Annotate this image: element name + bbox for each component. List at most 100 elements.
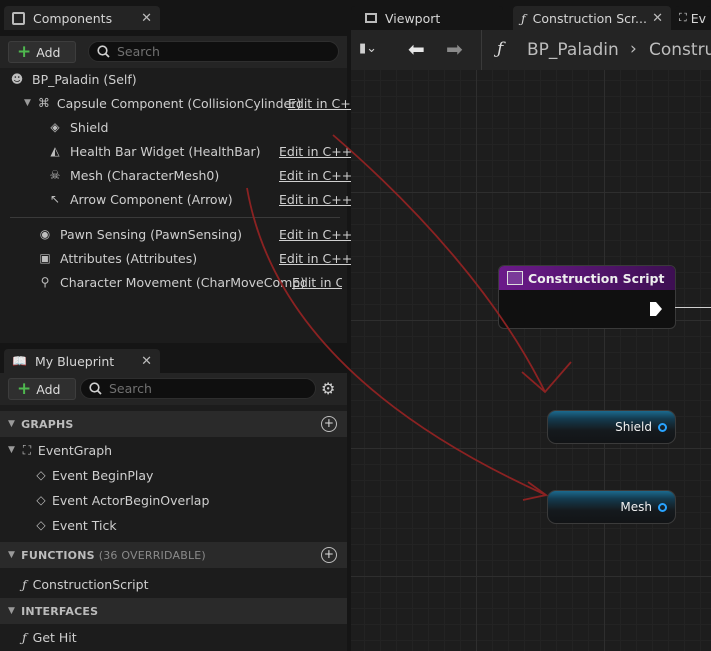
event-item[interactable]: ◇ Event ActorBeginOverlap [0, 488, 347, 512]
edit-in-cpp-link[interactable]: Edit in C++ [279, 227, 352, 242]
widget-icon: ◭ [50, 144, 60, 158]
component-label: Character Movement (CharMoveComp) [60, 274, 306, 290]
function-icon: ƒ [22, 629, 27, 645]
function-label: ConstructionScript [32, 576, 149, 592]
capsule-icon: ⌘ [37, 96, 50, 110]
tab-construction-label: Construction Scr... [532, 10, 647, 26]
section-interfaces[interactable]: ▼ INTERFACES [0, 598, 347, 624]
myblueprint-search-input[interactable]: Search [80, 378, 316, 399]
close-icon[interactable]: ✕ [652, 11, 663, 26]
section-interfaces-label: INTERFACES [21, 604, 99, 618]
search-icon [97, 45, 110, 58]
tab-components-label: Components [33, 10, 113, 26]
component-shield[interactable]: ◈ Shield [0, 115, 347, 139]
gear-icon[interactable]: ⚙ [321, 379, 335, 398]
component-label: Shield [70, 119, 109, 135]
component-arrow[interactable]: ↖ Arrow Component (Arrow) Edit in C++ [0, 187, 352, 211]
function-constructionscript[interactable]: ƒ ConstructionScript [0, 572, 347, 596]
component-charmovement[interactable]: ⚲ Character Movement (CharMoveComp) Edit… [0, 270, 347, 294]
tab-construction-script[interactable]: ƒ Construction Scr... ✕ [513, 6, 671, 30]
component-attributes[interactable]: ▣ Attributes (Attributes) Edit in C++ [0, 246, 352, 270]
component-label: Pawn Sensing (PawnSensing) [60, 226, 243, 242]
exec-wire [675, 307, 711, 308]
close-icon[interactable]: ✕ [141, 11, 152, 26]
component-icon: ▣ [39, 251, 51, 265]
node-mesh[interactable]: Mesh [547, 490, 676, 524]
event-graph-icon: ⛶ [679, 11, 687, 24]
tab-components[interactable]: Components ✕ [4, 6, 160, 30]
close-icon[interactable]: ✕ [141, 354, 152, 369]
collapse-arrow-icon: ▼ [8, 550, 16, 560]
component-pawnsensing[interactable]: ◉ Pawn Sensing (PawnSensing) Edit in C++ [0, 222, 352, 246]
function-icon: ƒ [521, 10, 526, 26]
tab-viewport[interactable]: Viewport [351, 6, 503, 30]
section-functions[interactable]: ▼ FUNCTIONS (36 OVERRIDABLE) + [0, 542, 347, 568]
graph-eventgraph-label: EventGraph [37, 442, 113, 458]
component-label: Arrow Component (Arrow) [70, 191, 233, 207]
edit-in-cpp-link[interactable]: Edit in C++ [292, 275, 342, 290]
tab-eventgraph-label: Ev [690, 10, 706, 26]
add-function-icon[interactable]: + [321, 547, 337, 563]
components-search-placeholder: Search [117, 44, 160, 59]
edit-in-cpp-link[interactable]: Edit in C++ [279, 144, 352, 159]
component-label: Attributes (Attributes) [60, 250, 198, 266]
output-pin-icon[interactable] [658, 502, 667, 512]
node-shield[interactable]: Shield [547, 410, 676, 444]
component-root-label: BP_Paladin (Self) [32, 71, 137, 87]
divider [481, 30, 482, 70]
components-search-input[interactable]: Search [88, 41, 339, 62]
movement-icon: ⚲ [40, 275, 50, 289]
components-toolbar: + Add Search [0, 36, 347, 68]
output-pin-icon[interactable] [658, 422, 667, 432]
myblueprint-toolbar: + Add Search ⚙ [0, 373, 347, 405]
forward-arrow-icon[interactable]: ➡ [446, 37, 463, 61]
divider [10, 217, 340, 218]
edit-in-cpp-link[interactable]: Edit in C++ [279, 168, 352, 183]
graph-canvas[interactable] [351, 70, 711, 651]
collapse-arrow-icon: ▼ [8, 419, 16, 429]
node-mesh-label: Mesh [620, 500, 652, 514]
exec-pin-icon[interactable] [649, 301, 663, 317]
tab-myblueprint[interactable]: 📖 My Blueprint ✕ [4, 349, 160, 373]
tab-eventgraph[interactable]: ⛶ Ev [675, 6, 711, 30]
section-graphs[interactable]: ▼ GRAPHS + [0, 411, 347, 437]
component-label: Mesh (CharacterMesh0) [70, 167, 220, 183]
section-functions-count: (36 OVERRIDABLE) [98, 548, 206, 562]
event-icon: ◇ [36, 518, 46, 532]
breadcrumb-current: Constru [649, 40, 711, 60]
left-panel: Components ✕ + Add Search ☻ BP_Paladin (… [0, 0, 361, 651]
event-item[interactable]: ◇ Event Tick [0, 513, 347, 537]
editor-breadcrumb-bar: ▮⌄ ⬅ ➡ ƒ BP_Paladin › Constru [351, 30, 711, 70]
component-healthbar[interactable]: ◭ Health Bar Widget (HealthBar) Edit in … [0, 139, 352, 163]
edit-in-cpp-link[interactable]: Edit in C++ [279, 192, 352, 207]
book-icon: 📖 [12, 354, 27, 368]
component-label: Capsule Component (CollisionCylinder) [56, 95, 302, 111]
component-root[interactable]: ☻ BP_Paladin (Self) [0, 67, 347, 91]
viewport-icon [365, 13, 377, 23]
plus-icon: + [17, 378, 32, 399]
graph-eventgraph[interactable]: ▼ ⛶ EventGraph [0, 438, 347, 462]
event-label: Event BeginPlay [52, 467, 154, 483]
expand-arrow-icon: ▼ [8, 445, 15, 455]
components-icon [12, 11, 25, 25]
chevron-right-icon: › [630, 39, 637, 59]
add-component-button[interactable]: + Add [8, 41, 76, 63]
edit-in-cpp-link[interactable]: Edit in C++ [279, 251, 352, 266]
add-member-button[interactable]: + Add [8, 378, 76, 400]
function-node-icon [507, 271, 523, 285]
add-component-label: Add [36, 44, 61, 60]
back-arrow-icon[interactable]: ⬅ [408, 37, 425, 61]
breadcrumb-root[interactable]: BP_Paladin [527, 40, 619, 60]
node-construction-script[interactable]: Construction Script [498, 265, 676, 329]
component-capsule[interactable]: ▼ ⌘ Capsule Component (CollisionCylinder… [0, 91, 361, 115]
interface-gethit[interactable]: ƒ Get Hit [0, 625, 347, 649]
components-tabbar: Components ✕ [0, 0, 347, 36]
node-title: Construction Script [528, 270, 665, 286]
add-graph-icon[interactable]: + [321, 416, 337, 432]
event-graph-icon: ⛶ [22, 443, 32, 457]
bookmark-icon[interactable]: ▮⌄ [359, 41, 377, 56]
event-label: Event Tick [52, 517, 117, 533]
component-mesh[interactable]: ☠ Mesh (CharacterMesh0) Edit in C++ [0, 163, 353, 187]
event-item[interactable]: ◇ Event BeginPlay [0, 463, 347, 487]
collapse-arrow-icon: ▼ [8, 606, 16, 616]
